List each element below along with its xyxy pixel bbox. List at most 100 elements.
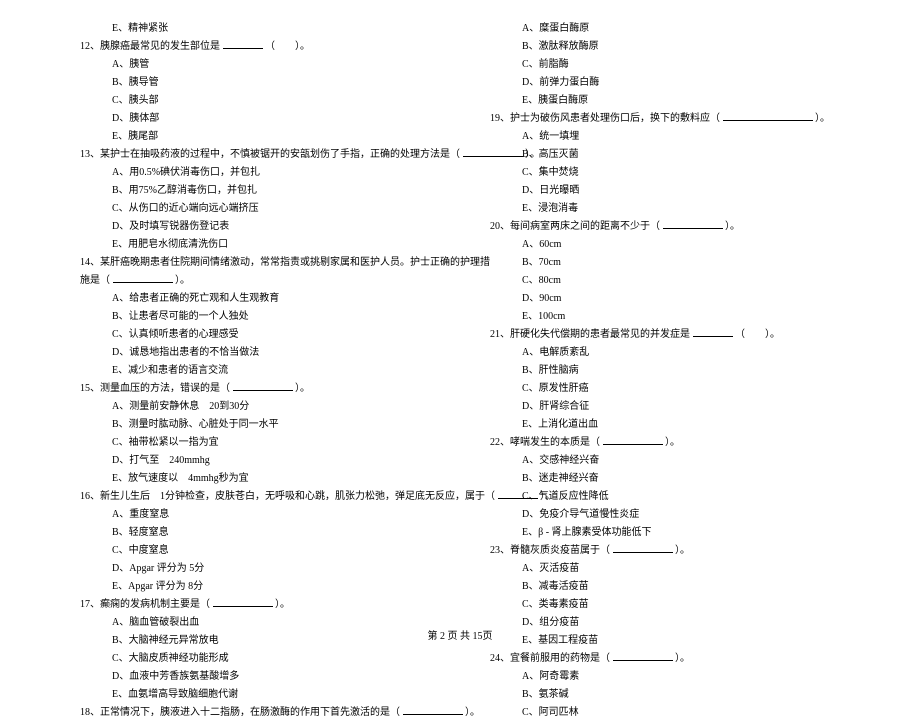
q20-paren: ）。 [725, 221, 740, 232]
q23-stem-text: 23、脊髓灰质炎疫苗属于（ [490, 545, 610, 556]
q23-option-a: A、灭活疫苗 [490, 560, 840, 578]
q12-option-a: A、胰管 [80, 56, 430, 74]
q14-option-a: A、给患者正确的死亡观和人生观教育 [80, 290, 430, 308]
q13-option-c: C、从伤口的近心端向远心端挤压 [80, 200, 430, 218]
q14-option-c: C、认真倾听患者的心理感受 [80, 326, 430, 344]
q17-stem-text: 17、癫痫的发病机制主要是（ [80, 599, 210, 610]
q21-paren: （ ）。 [735, 329, 780, 340]
q15-option-c: C、袖带松紧以一指为宜 [80, 434, 430, 452]
q16-stem: 16、新生儿生后 1分钟检查，皮肤苍白，无呼吸和心跳，肌张力松弛，弹足底无反应，… [80, 488, 430, 506]
blank [113, 273, 173, 283]
q20-stem-text: 20、每间病室两床之间的距离不少于（ [490, 221, 660, 232]
q24-option-b: B、氨茶碱 [490, 686, 840, 704]
q17-stem: 17、癫痫的发病机制主要是（ ）。 [80, 596, 430, 614]
q21-option-c: C、原发性肝癌 [490, 380, 840, 398]
q14-option-b: B、让患者尽可能的一个人独处 [80, 308, 430, 326]
q17-paren: ）。 [275, 599, 290, 610]
blank [693, 327, 733, 337]
q12-paren: （ ）。 [265, 41, 310, 52]
blank [603, 435, 663, 445]
q19-paren: ）。 [815, 113, 830, 124]
blank [403, 705, 463, 715]
q21-stem-text: 21、肝硬化失代偿期的患者最常见的并发症是 [490, 329, 690, 340]
q19-option-b: B、高压灭菌 [490, 146, 840, 164]
q15-option-a: A、测量前安静休息 20到30分 [80, 398, 430, 416]
q19-option-e: E、浸泡消毒 [490, 200, 840, 218]
q15-option-d: D、打气至 240mmhg [80, 452, 430, 470]
q13-option-e: E、用肥皂水彻底清洗伤口 [80, 236, 430, 254]
blank [223, 39, 263, 49]
q12-option-c: C、胰头部 [80, 92, 430, 110]
q18-option-e: E、胰蛋白酶原 [490, 92, 840, 110]
q16-option-e: E、Apgar 评分为 8分 [80, 578, 430, 596]
q18-paren: ）。 [465, 707, 480, 718]
q22-stem: 22、哮喘发生的本质是（ ）。 [490, 434, 840, 452]
left-column: E、精神紧张 12、胰腺癌最常见的发生部位是 （ ）。 A、胰管 B、胰导管 C… [80, 20, 430, 722]
blank [233, 381, 293, 391]
q13-stem: 13、某护士在抽吸药液的过程中，不慎被锯开的安瓿划伤了手指，正确的处理方法是（ … [80, 146, 430, 164]
q13-option-b: B、用75%乙醇消毒伤口，并包扎 [80, 182, 430, 200]
q18-stem-text: 18、正常情况下，胰液进入十二指肠，在肠激酶的作用下首先激活的是（ [80, 707, 400, 718]
q21-stem: 21、肝硬化失代偿期的患者最常见的并发症是 （ ）。 [490, 326, 840, 344]
q15-option-e: E、放气速度以 4mmhg秒为宜 [80, 470, 430, 488]
q19-option-c: C、集中焚烧 [490, 164, 840, 182]
q16-option-d: D、Apgar 评分为 5分 [80, 560, 430, 578]
q22-option-d: D、免疫介导气道慢性炎症 [490, 506, 840, 524]
q23-paren: ）。 [675, 545, 690, 556]
q24-option-c: C、阿司匹林 [490, 704, 840, 722]
q23-option-b: B、减毒活疫苗 [490, 578, 840, 596]
page-footer: 第 2 页 共 15页 [0, 627, 920, 642]
q20-option-e: E、100cm [490, 308, 840, 326]
q14-option-e: E、减少和患者的语言交流 [80, 362, 430, 380]
q18-stem: 18、正常情况下，胰液进入十二指肠，在肠激酶的作用下首先激活的是（ ）。 [80, 704, 430, 722]
q12-stem-text: 12、胰腺癌最常见的发生部位是 [80, 41, 220, 52]
q22-paren: ）。 [665, 437, 680, 448]
right-column: A、糜蛋白酶原 B、激肽释放酶原 C、前脂酶 D、前弹力蛋白酶 E、胰蛋白酶原 … [490, 20, 840, 722]
q11-option-e: E、精神紧张 [80, 20, 430, 38]
q12-option-e: E、胰尾部 [80, 128, 430, 146]
q17-option-c: C、大脑皮质神经功能形成 [80, 650, 430, 668]
q12-stem: 12、胰腺癌最常见的发生部位是 （ ）。 [80, 38, 430, 56]
q16-stem-text: 16、新生儿生后 1分钟检查，皮肤苍白，无呼吸和心跳，肌张力松弛，弹足底无反应，… [80, 491, 495, 502]
q19-option-a: A、统一填埋 [490, 128, 840, 146]
q20-option-c: C、80cm [490, 272, 840, 290]
blank [723, 111, 813, 121]
q19-stem-text: 19、护士为破伤风患者处理伤口后，换下的敷料应（ [490, 113, 720, 124]
page-container: E、精神紧张 12、胰腺癌最常见的发生部位是 （ ）。 A、胰管 B、胰导管 C… [80, 20, 840, 722]
q21-option-a: A、电解质紊乱 [490, 344, 840, 362]
q22-option-e: E、β - 肾上腺素受体功能低下 [490, 524, 840, 542]
blank [213, 597, 273, 607]
q15-option-b: B、测量时肱动脉、心脏处于同一水平 [80, 416, 430, 434]
q21-option-e: E、上消化道出血 [490, 416, 840, 434]
q17-option-e: E、血氨增高导致脑细胞代谢 [80, 686, 430, 704]
q22-option-b: B、迷走神经兴奋 [490, 470, 840, 488]
blank [613, 651, 673, 661]
q18-option-a: A、糜蛋白酶原 [490, 20, 840, 38]
q12-option-d: D、胰体部 [80, 110, 430, 128]
q23-stem: 23、脊髓灰质炎疫苗属于（ ）。 [490, 542, 840, 560]
q18-option-d: D、前弹力蛋白酶 [490, 74, 840, 92]
q20-option-b: B、70cm [490, 254, 840, 272]
q22-stem-text: 22、哮喘发生的本质是（ [490, 437, 600, 448]
blank [663, 219, 723, 229]
q18-option-c: C、前脂酶 [490, 56, 840, 74]
q15-stem: 15、测量血压的方法，错误的是（ ）。 [80, 380, 430, 398]
q24-option-a: A、阿奇霉素 [490, 668, 840, 686]
q16-option-b: B、轻度窒息 [80, 524, 430, 542]
q24-paren: ）。 [675, 653, 690, 664]
q12-option-b: B、胰导管 [80, 74, 430, 92]
q14-stem-line2: 施是（ ）。 [80, 272, 430, 290]
q23-option-c: C、类毒素疫苗 [490, 596, 840, 614]
q21-option-d: D、肝肾综合征 [490, 398, 840, 416]
q18-option-b: B、激肽释放酶原 [490, 38, 840, 56]
q19-option-d: D、日光曝晒 [490, 182, 840, 200]
q14-stem-line1: 14、某肝癌晚期患者住院期间情绪激动，常常指责或挑剔家属和医护人员。护士正确的护… [80, 254, 430, 272]
q20-stem: 20、每间病室两床之间的距离不少于（ ）。 [490, 218, 840, 236]
q21-option-b: B、肝性脑病 [490, 362, 840, 380]
q17-option-d: D、血液中芳香族氨基酸增多 [80, 668, 430, 686]
q15-stem-text: 15、测量血压的方法，错误的是（ [80, 383, 230, 394]
q24-stem-text: 24、宜餐前服用的药物是（ [490, 653, 610, 664]
blank [613, 543, 673, 553]
q13-option-a: A、用0.5%碘伏消毒伤口，并包扎 [80, 164, 430, 182]
q20-option-d: D、90cm [490, 290, 840, 308]
